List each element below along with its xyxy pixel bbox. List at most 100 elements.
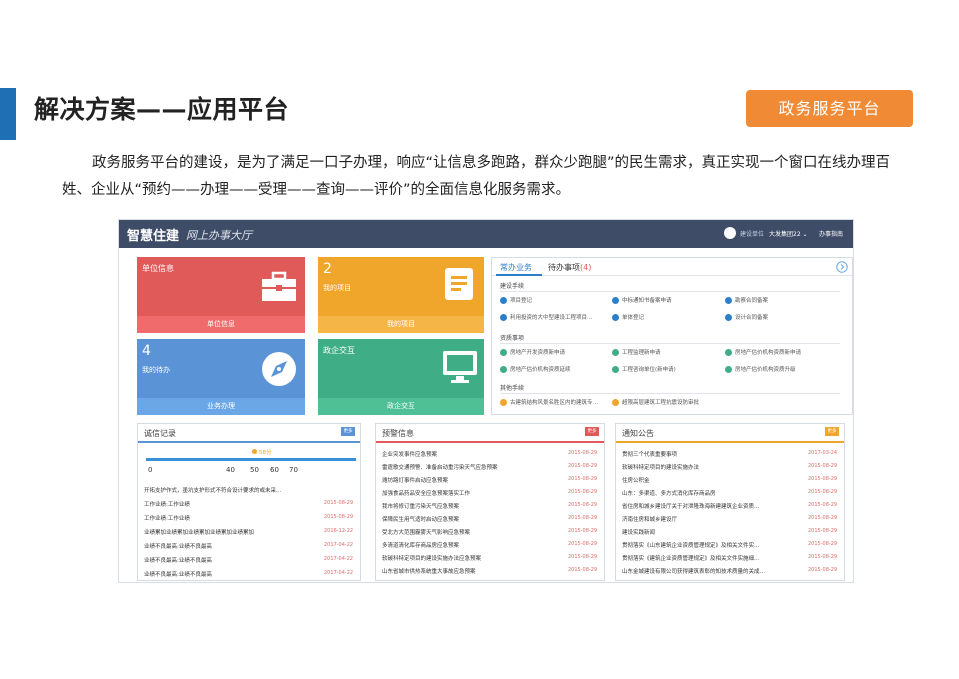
- section-title: 建设手续: [500, 283, 525, 290]
- credit-score-bar: [146, 458, 356, 461]
- warning-row[interactable]: 雷霆歌交通预警、准备启动重污染天气应急预案 2015-08-29: [382, 463, 600, 471]
- warning-title: 预警信息: [382, 429, 414, 438]
- tile-count: 2: [323, 261, 332, 277]
- org-selector[interactable]: 大发集团22 ⌄: [769, 229, 808, 238]
- warning-row[interactable]: 保障民生用气适时启动应急预案 2015-08-29: [382, 515, 600, 523]
- services-panel: 常办业务 待办事项(4) 建设手续 项目登记 中标通知书备案申请 勘察合同备案 …: [491, 257, 853, 415]
- credit-row[interactable]: 业绩不良最高:业绩不良最高 2017-04-22: [144, 542, 356, 550]
- tile-title: 单位信息: [142, 264, 174, 273]
- service-item[interactable]: 房地产开发资质新申请: [500, 348, 565, 356]
- user-name[interactable]: 建设单位: [740, 229, 764, 238]
- warning-row[interactable]: 我市将修订重污染天气应急预案 2015-08-29: [382, 502, 600, 510]
- warning-more-button[interactable]: 更多: [585, 427, 599, 436]
- service-icon: [612, 314, 619, 321]
- notice-row[interactable]: 建设实践新闻 2015-08-29: [622, 528, 840, 536]
- section-title: 资质事项: [500, 335, 525, 342]
- tile-bar: 政企交互: [318, 398, 484, 415]
- tile-my-projects[interactable]: 2 我的项目 我的项目: [318, 257, 484, 333]
- service-item[interactable]: 超限高层建筑工程抗震设防审批: [612, 398, 699, 406]
- warning-panel: 预警信息 更多 企业突发事件应急预案 2015-08-29 雷霆歌交通预警、准备启…: [375, 423, 605, 581]
- warning-row[interactable]: 潍坊路灯事件启动应急预案 2015-08-29: [382, 476, 600, 484]
- credit-row[interactable]: 工作业绩:工作业绩 2015-08-29: [144, 514, 356, 522]
- warning-row[interactable]: 多清道清化库存商品房应急预案 2015-08-29: [382, 541, 600, 549]
- service-item[interactable]: 利用投资的大中型建设工程项目…: [500, 313, 593, 321]
- credit-row[interactable]: 工作业绩:工作业绩 2015-08-29: [144, 500, 356, 508]
- service-icon: [725, 297, 732, 304]
- app-brand: 智慧住建: [127, 229, 180, 244]
- service-item[interactable]: 古建筑结构风景名胜区内的建筑专…: [500, 398, 598, 406]
- service-item[interactable]: 项目登记: [500, 296, 532, 304]
- credit-score: 58分: [259, 450, 272, 456]
- credit-row[interactable]: 业绩不良最高:业绩不良最高 2017-04-22: [144, 556, 356, 564]
- warning-row[interactable]: 加强食品药品安全应急预案落实工作 2015-08-29: [382, 489, 600, 497]
- tile-count: 4: [142, 343, 151, 359]
- service-icon: [500, 399, 507, 406]
- tile-bar: 业务办理: [137, 398, 305, 415]
- guide-link[interactable]: 办事指南: [819, 229, 843, 238]
- tile-my-todos[interactable]: 4 我的待办 业务办理: [137, 339, 305, 415]
- slide: 解决方案——应用平台 政务服务平台 政务服务平台的建设，是为了满足一口子办理，响…: [0, 0, 959, 679]
- credit-panel: 诚信记录 更多 58分 0 40 50 60 70 开拓支护作式，墨坑支护形式不…: [137, 423, 361, 581]
- tile-bar: 单位信息: [137, 316, 305, 333]
- service-icon: [500, 314, 507, 321]
- score-tick: 50: [250, 466, 259, 474]
- service-item[interactable]: 房地产估价机构资质升级: [725, 365, 796, 373]
- notice-row[interactable]: 山东：多渠道、多方式消化库存商品房 2015-08-29: [622, 489, 840, 497]
- tab-frequent[interactable]: 常办业务: [500, 262, 532, 273]
- service-item[interactable]: 勘察合同备案: [725, 296, 768, 304]
- tile-title: 我的项目: [323, 284, 351, 292]
- monitor-icon: [443, 351, 477, 383]
- notice-row[interactable]: 济南住房和城乡建设厅 2015-08-29: [622, 515, 840, 523]
- warning-row[interactable]: 企业突发事件应急预案 2015-08-29: [382, 450, 600, 458]
- app-header: 智慧住建 网上办事大厅 建设单位 大发集团22 ⌄ 办事指南: [119, 220, 853, 248]
- section-title: 其他手续: [500, 385, 525, 392]
- tile-title: 我的待办: [142, 366, 170, 374]
- notice-row[interactable]: 山东金城建设有限公司获得建筑表彰的知技术质量的关成… 2015-08-29: [622, 567, 840, 575]
- service-icon: [725, 349, 732, 356]
- app-subtitle: 网上办事大厅: [186, 229, 252, 242]
- notice-more-button[interactable]: 更多: [825, 427, 839, 436]
- notice-row[interactable]: 软碳科特定项目的建设实施办法 2015-08-29: [622, 463, 840, 471]
- title-accent-bar: [0, 88, 16, 140]
- credit-row[interactable]: 业绩不良最高:业绩不良最高 2017-04-22: [144, 570, 356, 578]
- tile-unit-info[interactable]: 单位信息 单位信息: [137, 257, 305, 333]
- service-icon: [500, 366, 507, 373]
- credit-score-marker: [252, 449, 257, 454]
- warning-row[interactable]: 受北方大范围霾雾天气影响应急预案 2015-08-29: [382, 528, 600, 536]
- credit-row[interactable]: 业绩累加业绩累加业绩累加业绩累加业绩累加 2016-12-22: [144, 528, 356, 536]
- pending-count: (4): [580, 263, 592, 272]
- notice-row[interactable]: 贯彻落实《建筑企业资质管理规定》及相关文件实施细… 2015-08-29: [622, 554, 840, 562]
- notice-row[interactable]: 贯彻三个代表重要事项 2017-03-24: [622, 450, 840, 458]
- service-icon: [612, 366, 619, 373]
- credit-title: 诚信记录: [144, 429, 176, 438]
- notice-title: 通知公告: [622, 429, 654, 438]
- score-tick: 70: [289, 466, 298, 474]
- user-avatar-icon[interactable]: [724, 227, 736, 239]
- tile-interaction[interactable]: 政企交互 政企交互: [318, 339, 484, 415]
- service-item[interactable]: 工程监理新申请: [612, 348, 661, 356]
- slide-title: 解决方案——应用平台: [34, 95, 290, 124]
- slide-paragraph: 政务服务平台的建设，是为了满足一口子办理，响应“让信息多跑路，群众少跑腿”的民生…: [62, 155, 891, 198]
- document-icon: [445, 268, 473, 300]
- warning-row[interactable]: 软碳科特定项目的建设实施办法应急预案 2015-08-29: [382, 554, 600, 562]
- service-item[interactable]: 工程咨询单位(新申请): [612, 365, 676, 373]
- warning-row[interactable]: 山东省城市供热系统重大事故应急预案 2015-08-29: [382, 567, 600, 575]
- service-icon: [612, 399, 619, 406]
- service-item[interactable]: 设计合同备案: [725, 313, 768, 321]
- notice-row[interactable]: 住房公积金 2015-08-29: [622, 476, 840, 484]
- service-item[interactable]: 房地产估价机构资质延续: [500, 365, 571, 373]
- notice-panel: 通知公告 更多 贯彻三个代表重要事项 2017-03-24 软碳科特定项目的建设实…: [615, 423, 845, 581]
- chevron-right-icon[interactable]: [836, 261, 848, 273]
- service-item[interactable]: 中标通知书备案申请: [612, 296, 672, 304]
- score-tick: 40: [226, 466, 235, 474]
- briefcase-icon: [262, 271, 296, 301]
- credit-more-button[interactable]: 更多: [341, 427, 355, 436]
- service-item[interactable]: 单体登记: [612, 313, 644, 321]
- notice-row[interactable]: 贯彻落实《山东建筑企业资质管理规定》及相关文件实… 2015-08-29: [622, 541, 840, 549]
- notice-row[interactable]: 省住房和城乡建设厅关于对泄隆珠海新建建筑企业资质… 2015-08-29: [622, 502, 840, 510]
- tab-pending[interactable]: 待办事项(4): [548, 262, 591, 273]
- compass-icon: [262, 352, 296, 386]
- tile-bar: 我的项目: [318, 316, 484, 333]
- service-item[interactable]: 房地产估价机构资质新申请: [725, 348, 801, 356]
- service-icon: [725, 366, 732, 373]
